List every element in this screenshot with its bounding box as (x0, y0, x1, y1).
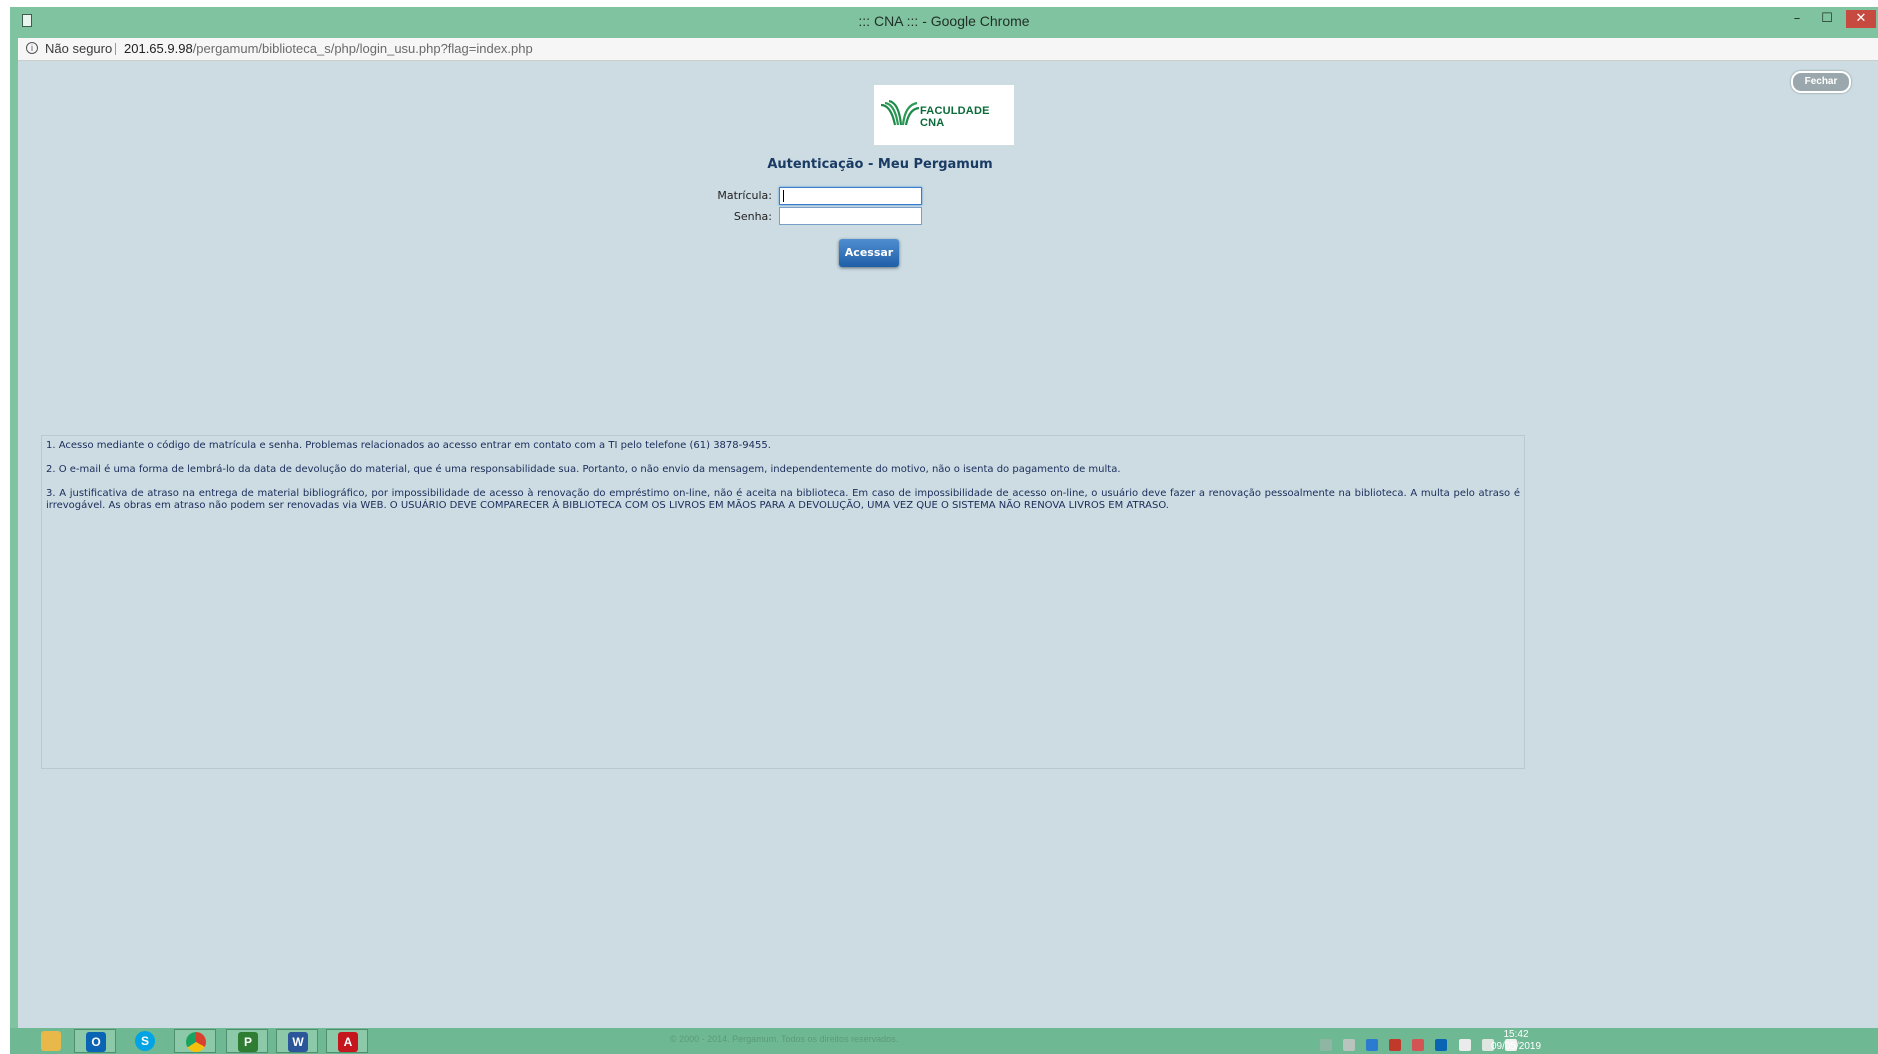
taskbar-app[interactable]: S (124, 1029, 166, 1053)
notes-panel: 1. Acesso mediante o código de matrícula… (41, 435, 1525, 769)
logo-text: FACULDADE CNA (920, 105, 990, 129)
taskbar: O S P W A © 2000 - 2014. Pergamum. Todos… (10, 1028, 1878, 1054)
faculdade-cna-logo: FACULDADE CNA (874, 85, 1014, 145)
taskbar-app[interactable] (174, 1029, 216, 1053)
url-host: 201.65.9.98 (124, 41, 193, 56)
word-icon: W (288, 1032, 308, 1052)
note-item: 2. O e-mail é uma forma de lembrá-lo da … (46, 464, 1121, 475)
page-content: Fechar FACULDADE CNA Autenticação - Meu … (18, 61, 1878, 1028)
info-icon[interactable]: i (26, 42, 38, 54)
note-item: 1. Acesso mediante o código de matrícula… (46, 440, 771, 451)
tray-antivirus-icon[interactable] (1389, 1038, 1402, 1051)
acrobat-icon: A (338, 1032, 358, 1052)
taskbar-app[interactable]: W (276, 1029, 318, 1053)
close-window-button[interactable]: ✕ (1846, 10, 1876, 28)
tray-cloud-icon[interactable] (1343, 1038, 1356, 1051)
taskbar-clock[interactable]: 15:42 09/05/2019 (1486, 1029, 1546, 1053)
tray-outlook-icon[interactable] (1435, 1038, 1448, 1051)
maximize-button[interactable]: ☐ (1816, 10, 1838, 28)
file-explorer-icon (41, 1031, 61, 1051)
tray-alert-icon[interactable] (1412, 1038, 1425, 1051)
text-caret (783, 190, 784, 202)
wheat-logo-icon (880, 99, 919, 126)
url-path: /pergamum/biblioteca_s/php/login_usu.php… (192, 41, 533, 56)
taskbar-app[interactable]: O (74, 1029, 116, 1053)
senha-input[interactable] (779, 207, 922, 225)
fechar-button[interactable]: Fechar (1791, 71, 1851, 93)
page-title: Autenticação - Meu Pergamum (767, 157, 993, 172)
address-bar[interactable]: i Não seguro 201.65.9.98/pergamum/biblio… (18, 38, 1878, 61)
taskbar-app[interactable]: P (226, 1029, 268, 1053)
tray-flag-icon[interactable] (1458, 1038, 1471, 1051)
address-separator (115, 43, 116, 55)
tray-arrow-icon[interactable] (1320, 1038, 1332, 1051)
clock-time: 15:42 (1503, 1029, 1529, 1040)
skype-icon: S (135, 1031, 155, 1051)
minimize-button[interactable]: – (1786, 10, 1808, 28)
senha-label: Senha: (733, 210, 772, 223)
taskbar-app[interactable]: A (326, 1029, 368, 1053)
title-bar: ::: CNA ::: - Google Chrome – ☐ ✕ (10, 7, 1878, 37)
matricula-label: Matrícula: (717, 189, 772, 202)
taskbar-app[interactable] (30, 1029, 72, 1053)
security-label[interactable]: Não seguro (45, 41, 112, 56)
url-text[interactable]: 201.65.9.98/pergamum/biblioteca_s/php/lo… (124, 41, 533, 56)
clock-date: 09/05/2019 (1490, 1041, 1542, 1052)
footer-copyright: © 2000 - 2014. Pergamum. Todos os direit… (670, 1034, 899, 1044)
window-title: ::: CNA ::: - Google Chrome (858, 13, 1030, 29)
tray-network-icon[interactable] (1366, 1038, 1379, 1051)
note-item: 3. A justificativa de atraso na entrega … (46, 488, 1520, 511)
chrome-icon (186, 1032, 206, 1052)
browser-window: ::: CNA ::: - Google Chrome – ☐ ✕ i Não … (10, 7, 1878, 1054)
outlook-icon: O (86, 1032, 106, 1052)
matricula-input[interactable] (779, 187, 922, 205)
acessar-button[interactable]: Acessar (839, 239, 899, 267)
project-icon: P (238, 1032, 258, 1052)
